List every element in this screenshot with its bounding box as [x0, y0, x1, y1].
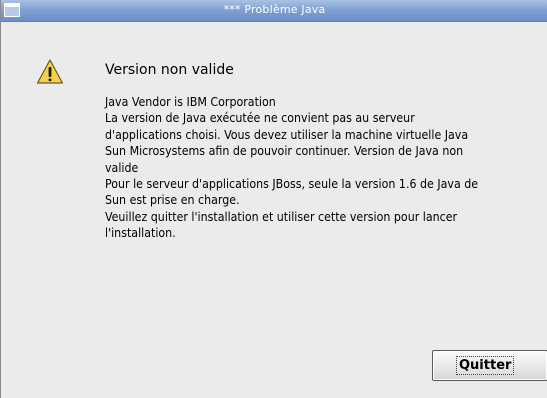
message-line: Pour le serveur d'applications JBoss, se… — [105, 177, 479, 192]
message-body: Java Vendor is IBM Corporation La versio… — [105, 94, 545, 242]
message-line: valide — [105, 160, 139, 175]
message-line: Veuillez quitter l'installation et utili… — [105, 209, 458, 224]
title-bar[interactable]: *** Problème Java — [1, 0, 547, 22]
window-title: *** Problème Java — [223, 3, 326, 16]
message-heading: Version non valide — [105, 62, 234, 78]
quit-button-label: Quitter — [456, 356, 515, 375]
message-line: Sun est prise en charge. — [105, 193, 240, 208]
message-line: La version de Java exécutée ne convient … — [105, 111, 415, 126]
message-line: l'installation. — [105, 226, 176, 241]
message-line: Sun Microsystems afin de pouvoir continu… — [105, 144, 464, 159]
message-line: d'applications choisi. Vous devez utilis… — [105, 127, 469, 142]
quit-button[interactable]: Quitter — [432, 350, 547, 381]
message-line: Java Vendor is IBM Corporation — [105, 95, 276, 109]
dialog-window: *** Problème Java Version non valide Jav… — [0, 0, 547, 398]
warning-icon — [36, 59, 64, 84]
